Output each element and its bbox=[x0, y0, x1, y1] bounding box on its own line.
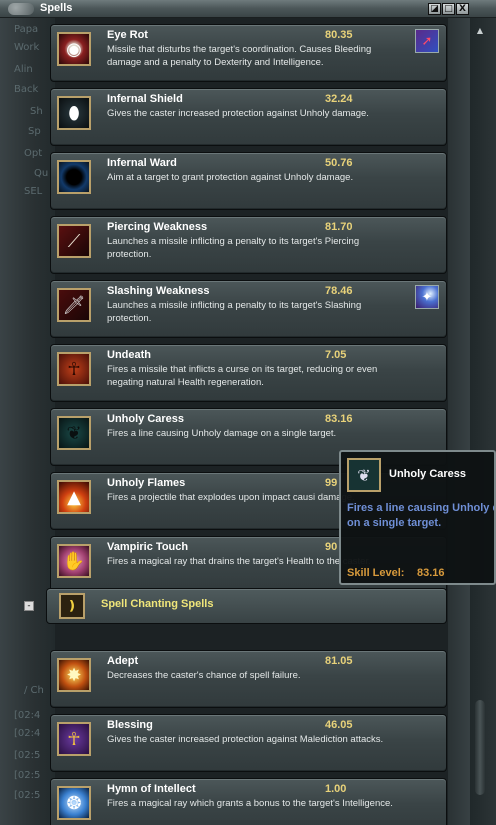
tooltip-skill-level-value: 83.16 bbox=[417, 567, 445, 579]
shadow-hand-icon[interactable]: ❦ bbox=[57, 416, 91, 450]
spear-icon[interactable]: ⟋ bbox=[57, 224, 91, 258]
spell-row-blessing[interactable]: ☥ Blessing 46.05 Gives the caster increa… bbox=[50, 714, 447, 772]
spell-name: Undeath bbox=[107, 349, 151, 361]
spell-name: Unholy Flames bbox=[107, 477, 186, 489]
spell-row-infernal-ward[interactable]: ● Infernal Ward 50.76 Aim at a target to… bbox=[50, 152, 447, 210]
spell-level: 83.16 bbox=[325, 413, 353, 425]
mask-icon[interactable]: ⬮ bbox=[57, 96, 91, 130]
spell-description: Fires a missile that inflicts a curse on… bbox=[107, 364, 378, 388]
title-ornament-icon bbox=[8, 3, 34, 15]
spell-level: 7.05 bbox=[325, 349, 347, 361]
spell-name: Slashing Weakness bbox=[107, 285, 210, 297]
star-icon[interactable]: ✸ bbox=[57, 658, 91, 692]
ankh-gold-icon[interactable]: ☥ bbox=[57, 722, 91, 756]
spell-level: 90 bbox=[325, 541, 338, 553]
minimize-button[interactable]: □ bbox=[442, 3, 455, 15]
spell-name: Unholy Caress bbox=[107, 413, 185, 425]
collapse-toggle-button[interactable]: - bbox=[24, 601, 34, 611]
spell-row-piercing-weakness[interactable]: ⟋ Piercing Weakness 81.70 Launches a mis… bbox=[50, 216, 447, 274]
spell-name: Infernal Ward bbox=[107, 157, 177, 169]
spell-description: Gives the caster increased protection ag… bbox=[107, 108, 369, 119]
spell-level: 32.24 bbox=[325, 93, 353, 105]
flame-icon[interactable]: ▲ bbox=[57, 480, 91, 514]
eye-icon[interactable]: ◉ bbox=[57, 32, 91, 66]
spell-description: Gives the caster increased protection ag… bbox=[107, 734, 384, 745]
tooltip-title: Unholy Caress bbox=[389, 468, 467, 480]
magic-bolt-icon: ✦ bbox=[415, 285, 439, 309]
spell-row-slashing-weakness[interactable]: 🗡 Slashing Weakness 78.46 Launches a mis… bbox=[50, 280, 447, 338]
ankh-icon[interactable]: ☥ bbox=[57, 352, 91, 386]
window-title: Spells bbox=[40, 2, 73, 14]
spell-description: Decreases the caster's chance of spell f… bbox=[107, 670, 301, 681]
spell-level: 99 bbox=[325, 477, 338, 489]
category-label: Spell Chanting Spells bbox=[101, 598, 214, 610]
spell-description: Launches a missile inflicting a penalty … bbox=[107, 236, 360, 260]
spell-row-infernal-shield[interactable]: ⬮ Infernal Shield 32.24 Gives the caster… bbox=[50, 88, 447, 146]
spell-description: Launches a missile inflicting a penalty … bbox=[107, 300, 362, 324]
spell-level: 78.46 bbox=[325, 285, 353, 297]
spell-level: 46.05 bbox=[325, 719, 353, 731]
tooltip-skill-level-label: Skill Level: bbox=[347, 567, 405, 579]
spell-row-undeath[interactable]: ☥ Undeath 7.05 Fires a missile that infl… bbox=[50, 344, 447, 402]
category-header-spell-chanting[interactable]: ❫ Spell Chanting Spells bbox=[46, 588, 447, 624]
shadow-hand-icon: ❦ bbox=[347, 458, 381, 492]
scroll-up-arrow-icon[interactable]: ▲ bbox=[473, 26, 487, 38]
run-icon: ➚ bbox=[415, 29, 439, 53]
bat-icon[interactable]: ✋ bbox=[57, 544, 91, 578]
spell-level: 81.70 bbox=[325, 221, 353, 233]
spell-row-hymn-of-intellect[interactable]: ❂ Hymn of Intellect 1.00 Fires a magical… bbox=[50, 778, 447, 825]
spell-description: Fires a line causing Unholy damage on a … bbox=[107, 428, 337, 439]
scrollbar-thumb[interactable] bbox=[475, 700, 485, 795]
spell-list[interactable]: ◉ Eye Rot 80.35 Missile that disturbs th… bbox=[0, 18, 470, 825]
spell-description: Fires a magical ray which grants a bonus… bbox=[107, 798, 393, 809]
spell-name: Blessing bbox=[107, 719, 153, 731]
close-button[interactable]: X bbox=[456, 3, 469, 15]
orb-icon[interactable]: ● bbox=[57, 160, 91, 194]
spell-description: Missile that disturbs the target's coord… bbox=[107, 44, 372, 68]
spell-row-adept[interactable]: ✸ Adept 81.05 Decreases the caster's cha… bbox=[50, 650, 447, 708]
spell-name: Adept bbox=[107, 655, 139, 667]
spell-name: Infernal Shield bbox=[107, 93, 183, 105]
tooltip-description: Fires a line causing Unholy damage on a … bbox=[347, 502, 494, 529]
spell-name: Vampiric Touch bbox=[107, 541, 189, 553]
spell-level: 80.35 bbox=[325, 29, 353, 41]
spell-row-eye-rot[interactable]: ◉ Eye Rot 80.35 Missile that disturbs th… bbox=[50, 24, 447, 82]
spell-level: 50.76 bbox=[325, 157, 353, 169]
restore-button[interactable]: ◪ bbox=[428, 3, 441, 15]
spell-name: Eye Rot bbox=[107, 29, 148, 41]
spell-level: 81.05 bbox=[325, 655, 353, 667]
spell-level: 1.00 bbox=[325, 783, 347, 795]
spell-name: Hymn of Intellect bbox=[107, 783, 196, 795]
spell-tooltip: ❦ Unholy Caress Fires a line causing Unh… bbox=[339, 450, 496, 585]
spell-name: Piercing Weakness bbox=[107, 221, 208, 233]
spell-description: Aim at a target to grant protection agai… bbox=[107, 172, 354, 183]
brain-icon[interactable]: ❂ bbox=[57, 786, 91, 820]
title-bar[interactable]: Spells ◪ □ X bbox=[0, 0, 496, 18]
chant-icon: ❫ bbox=[59, 593, 85, 619]
dagger-icon[interactable]: 🗡 bbox=[57, 288, 91, 322]
